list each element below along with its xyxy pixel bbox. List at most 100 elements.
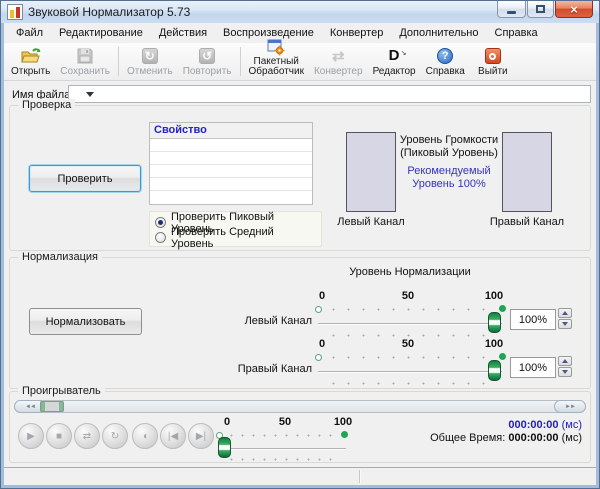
volume-slider-track[interactable] (224, 448, 346, 449)
forward-button[interactable]: ►► (554, 400, 586, 413)
converter-button[interactable]: ⇄ Конвертер (309, 44, 368, 79)
property-table[interactable]: Свойство (149, 122, 313, 205)
normalize-group: Нормализация Уровень Нормализации Нормал… (9, 257, 591, 389)
normalize-group-title: Нормализация (18, 251, 102, 263)
help-button[interactable]: ? Справка (421, 44, 470, 79)
redo-button[interactable]: ↺ Повторить (178, 44, 237, 79)
left-slider-label: Левый Канал (182, 315, 312, 327)
open-button[interactable]: Открыть (6, 44, 55, 79)
scale-100: 100 (478, 338, 510, 350)
right-slider-track[interactable] (318, 371, 502, 372)
maximize-button[interactable] (527, 1, 554, 18)
speaker-icon: ◖ (142, 431, 148, 442)
seek-bar-track[interactable] (14, 400, 586, 413)
converter-label: Конвертер (314, 66, 363, 77)
close-button[interactable]: × (555, 1, 593, 18)
table-row[interactable] (150, 152, 312, 165)
step-up-button[interactable] (558, 356, 572, 366)
statusbar-divider (359, 470, 360, 483)
scale-0: 0 (306, 290, 338, 302)
slider-min-dot (315, 354, 322, 361)
left-slider-handle[interactable] (488, 312, 501, 333)
table-row[interactable] (150, 178, 312, 191)
left-level-spinbox[interactable]: 100% (510, 309, 556, 330)
right-level-spinbox[interactable]: 100% (510, 357, 556, 378)
player-group: Проигрыватель ◄◄ ►► ▶ ■ ⇄ ↻ ◖ |◀ ▶| 0 50… (9, 391, 591, 463)
toolbar-separator (118, 47, 119, 76)
radio-unselected-icon (155, 232, 166, 243)
menu-file[interactable]: Файл (8, 24, 51, 42)
batch-processor-label: ПакетныйОбработчик (249, 57, 304, 77)
previous-button[interactable]: |◀ (160, 423, 186, 449)
menu-converter[interactable]: Конвертер (322, 24, 391, 42)
slider-max-dot (499, 353, 506, 360)
volume-level-info: Уровень Громкости (Пиковый Уровень) Реко… (394, 134, 504, 191)
open-label: Открыть (11, 66, 50, 77)
right-slider-handle[interactable] (488, 360, 501, 381)
editor-button[interactable]: D↘ Редактор (368, 44, 421, 79)
left-channel-label: Левый Канал (316, 216, 426, 228)
table-row[interactable] (150, 139, 312, 152)
check-button[interactable]: Проверить (29, 165, 141, 192)
save-icon (77, 47, 93, 65)
slider-ticks (326, 334, 492, 337)
help-label: Справка (426, 66, 465, 77)
menu-extras[interactable]: Дополнительно (391, 24, 486, 42)
open-folder-icon (21, 47, 41, 65)
right-slider-label: Правый Канал (182, 363, 312, 375)
right-channel-label: Правый Канал (472, 216, 582, 228)
help-icon: ? (437, 47, 453, 65)
step-down-button[interactable] (558, 319, 572, 329)
exit-icon (485, 47, 501, 65)
shuffle-button[interactable]: ⇄ (74, 423, 100, 449)
left-slider-track[interactable] (318, 323, 502, 324)
radio-average-level[interactable]: Проверить Средний Уровень (155, 230, 316, 245)
normalize-button[interactable]: Нормализовать (29, 308, 142, 335)
status-bar (4, 468, 596, 485)
repeat-button[interactable]: ↻ (102, 423, 128, 449)
menu-edit[interactable]: Редактирование (51, 24, 151, 42)
volume-slider-handle[interactable] (218, 437, 231, 458)
app-icon[interactable] (7, 4, 23, 20)
step-down-button[interactable] (558, 367, 572, 377)
minimize-button[interactable] (497, 1, 526, 18)
slider-ticks (226, 458, 338, 461)
toolbar: Открыть Сохранить ↻ Отменить (4, 43, 596, 81)
slider-max-dot (499, 305, 506, 312)
minimize-icon (507, 11, 516, 14)
chevron-down-icon[interactable] (86, 92, 94, 97)
exit-button[interactable]: Выйти (470, 44, 516, 79)
save-label: Сохранить (60, 66, 110, 77)
batch-processor-button[interactable]: ПакетныйОбработчик (244, 44, 309, 79)
total-time: Общее Время: 000:00:00 (мс) (322, 432, 582, 445)
normalization-level-title: Уровень Нормализации (310, 266, 510, 278)
player-group-title: Проигрыватель (18, 385, 105, 397)
scale-0: 0 (306, 338, 338, 350)
save-button[interactable]: Сохранить (55, 44, 115, 79)
stop-button[interactable]: ■ (46, 423, 72, 449)
check-mode-panel: Проверить Пиковый Уровень Проверить Сред… (149, 211, 322, 247)
menu-bar: Файл Редактирование Действия Воспроизвед… (4, 23, 596, 43)
radio-selected-icon (155, 217, 166, 228)
menu-actions[interactable]: Действия (151, 24, 215, 42)
step-up-button[interactable] (558, 308, 572, 318)
left-channel-meter (346, 132, 396, 212)
previous-track-icon: |◀ (168, 431, 178, 442)
seek-bar-thumb[interactable] (40, 401, 64, 412)
next-track-icon: ▶| (196, 431, 206, 442)
table-row[interactable] (150, 165, 312, 178)
menu-help[interactable]: Справка (487, 24, 546, 42)
arrow-down-icon (562, 370, 568, 374)
property-table-header[interactable]: Свойство (150, 123, 312, 139)
forward-icon: ►► (565, 404, 575, 410)
play-button[interactable]: ▶ (18, 423, 44, 449)
volume-button[interactable]: ◖ (132, 423, 158, 449)
slider-ticks (326, 382, 492, 385)
client-area: Файл Редактирование Действия Воспроизвед… (4, 23, 596, 485)
undo-button[interactable]: ↻ Отменить (122, 44, 178, 79)
filename-combobox[interactable] (68, 85, 591, 103)
scale-100: 100 (478, 290, 510, 302)
table-row[interactable] (150, 191, 312, 204)
arrow-down-icon (562, 322, 568, 326)
close-icon: × (570, 3, 578, 16)
